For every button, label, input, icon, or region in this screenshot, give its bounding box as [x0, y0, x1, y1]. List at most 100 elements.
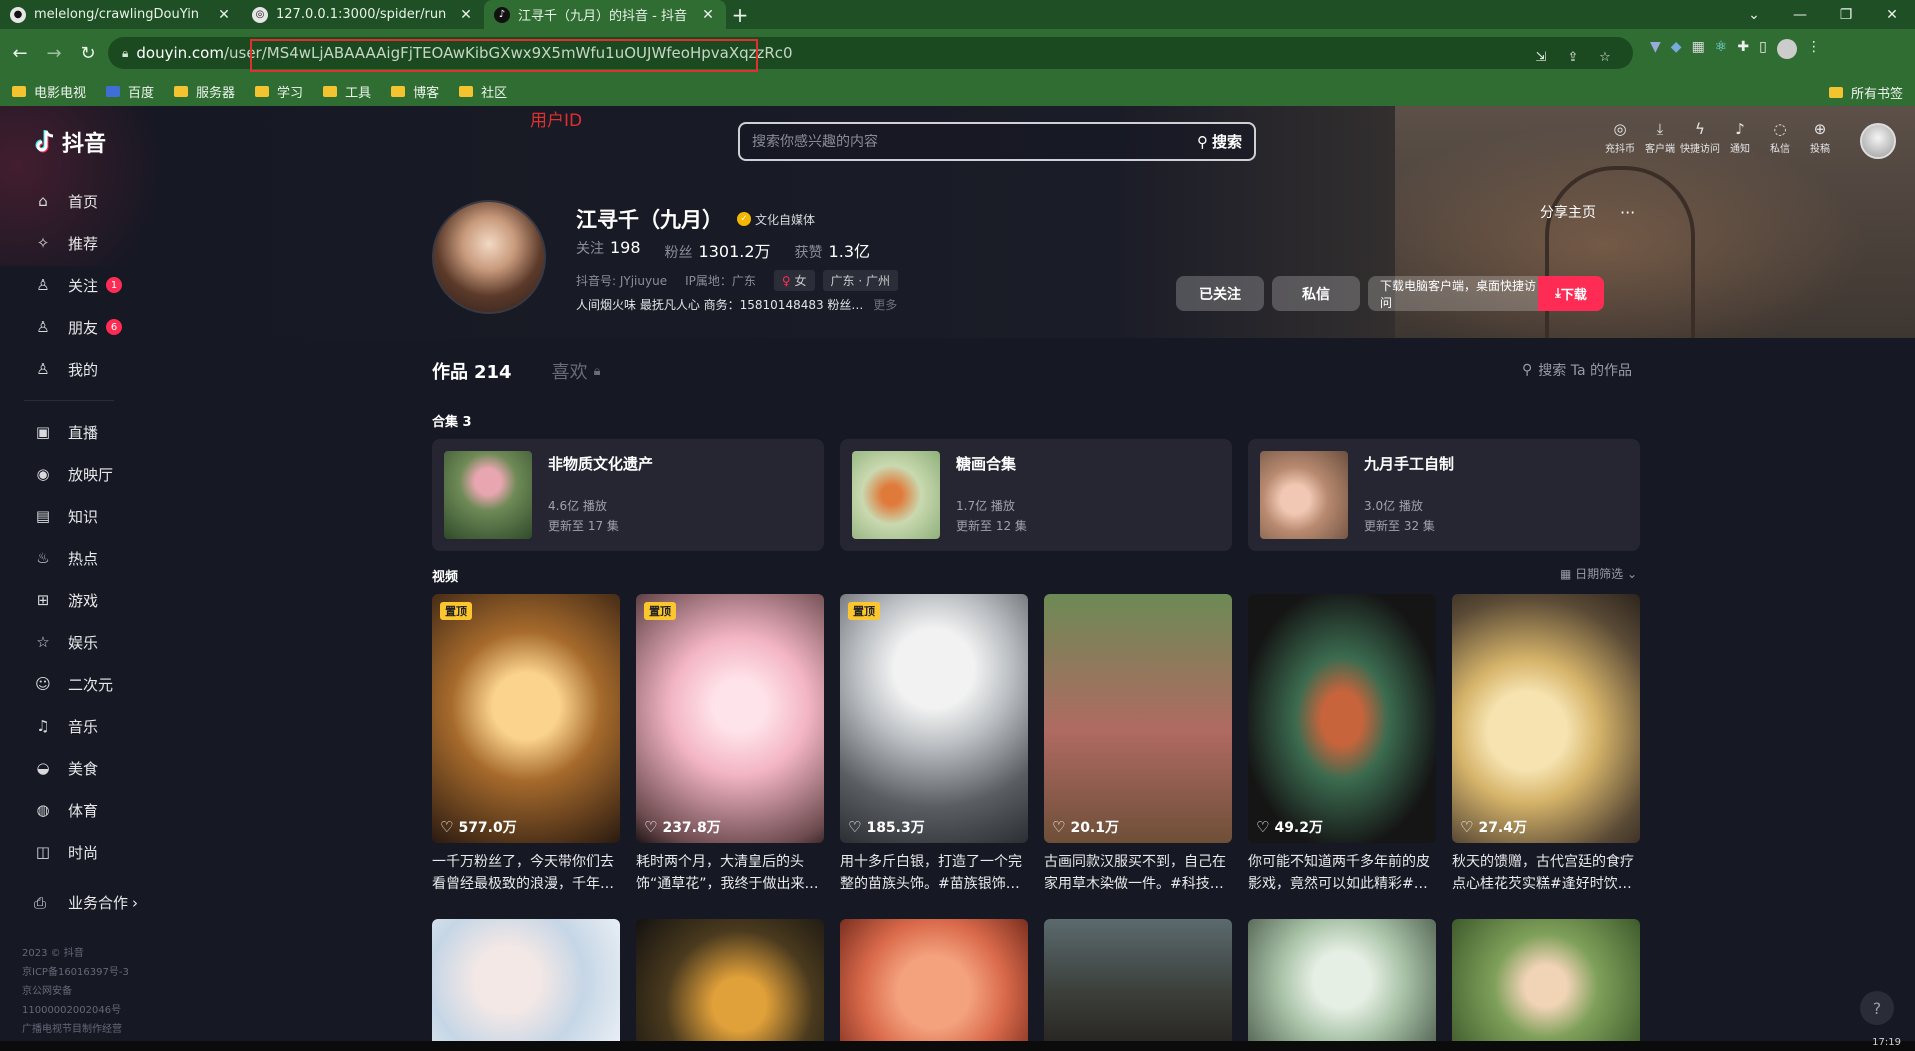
collection-card[interactable]: 九月手工自制 3.0亿 播放 更新至 32 集 [1248, 439, 1640, 551]
close-window-button[interactable]: ✕ [1869, 0, 1915, 29]
sidebar-item-home[interactable]: ⌂ 首页 [0, 180, 138, 222]
extension-icon[interactable]: ▦ [1692, 39, 1705, 59]
header-action-client[interactable]: ⤓ 客户端 [1640, 120, 1680, 155]
video-card[interactable]: ♡ 20.1万 古画同款汉服买不到，自己在家用草木染做一件。#科技… [1044, 594, 1232, 895]
bookmark-label: 工具 [345, 86, 372, 101]
install-icon[interactable]: ⇲ [1529, 45, 1553, 69]
new-tab-button[interactable]: + [726, 0, 754, 29]
video-card[interactable]: ♡ 27.4万 秋天的馈赠，古代宫廷的食疗点心桂花芡实糕#逢好时饮… [1452, 594, 1640, 895]
video-card[interactable]: ♡ 49.2万 你可能不知道两千多年前的皮影戏，竟然可以如此精彩#… [1248, 594, 1436, 895]
video-card[interactable]: 置顶 ♡ 237.8万 耗时两个月，大清皇后的头饰“通草花”，我终于做出来… [636, 594, 824, 895]
stat-following[interactable]: 关注 198 [576, 238, 641, 262]
profile-avatar[interactable] [432, 200, 546, 314]
profile-avatar-icon[interactable] [1776, 39, 1797, 59]
bookmark-item[interactable]: 工具 [323, 82, 371, 101]
sidebar-item-hot[interactable]: ♨ 热点 [0, 537, 138, 579]
search-input[interactable] [740, 133, 1197, 150]
video-card[interactable] [1248, 919, 1436, 1041]
date-filter[interactable]: ▦ 日期筛选 ⌄ [1560, 565, 1637, 582]
bookmark-star-icon[interactable]: ☆ [1593, 45, 1617, 69]
header-action-coin[interactable]: ◎ 充抖币 [1600, 120, 1640, 155]
bookmark-item[interactable]: 社区 [459, 82, 507, 101]
download-button[interactable]: ⤓ 下载 [1538, 276, 1604, 311]
video-card[interactable]: 置顶 ♡ 577.0万 一千万粉丝了，今天带你们去看曾经最极致的浪漫，千年… [432, 594, 620, 895]
help-button[interactable]: ? [1860, 991, 1894, 1025]
user-avatar[interactable] [1860, 123, 1896, 159]
bookmark-label: 学习 [277, 86, 304, 101]
gender-tag: ♀ 女 [773, 270, 815, 291]
video-thumbnail: 置顶 ♡ 185.3万 [840, 594, 1028, 843]
close-icon[interactable]: ✕ [458, 7, 474, 23]
sidebar-item-food[interactable]: ◒ 美食 [0, 747, 138, 789]
footer-line[interactable]: 京ICP备16016397号-3 [22, 963, 142, 982]
reload-button[interactable]: ↻ [74, 39, 102, 67]
tab-works[interactable]: 作品 214 [432, 358, 512, 384]
bookmark-item[interactable]: 服务器 [174, 82, 235, 101]
sidebar-item-cinema[interactable]: ◉ 放映厅 [0, 453, 138, 495]
vue-extension-icon[interactable]: ▼ [1650, 39, 1661, 59]
bookmark-item[interactable]: 百度 [106, 82, 154, 101]
sidebar-item-label: 朋友 [68, 318, 99, 337]
footer-line[interactable]: 京公网安备 [22, 982, 142, 1001]
video-card[interactable] [432, 919, 620, 1041]
sidebar-item-games[interactable]: ⊞ 游戏 [0, 579, 138, 621]
video-card[interactable] [636, 919, 824, 1041]
header-action-upload[interactable]: ⊕ 投稿 [1800, 120, 1840, 155]
browser-tab-1[interactable]: ● melelong/crawlingDouYin ✕ [0, 0, 242, 29]
video-card[interactable] [1044, 919, 1232, 1041]
search-button[interactable]: ⚲ 搜索 [1197, 131, 1254, 152]
browser-tab-2[interactable]: ◎ 127.0.0.1:3000/spider/run ✕ [242, 0, 484, 29]
back-button[interactable]: ← [6, 39, 34, 67]
extension-icon[interactable]: ◆ [1671, 39, 1682, 59]
puzzle-icon[interactable]: ✚ [1737, 39, 1749, 59]
header-action-notify[interactable]: ♪ 通知 [1720, 120, 1760, 155]
stat-fans[interactable]: 粉丝 1301.2万 [665, 238, 771, 262]
sidebar-item-fashion[interactable]: ◫ 时尚 [0, 831, 138, 873]
collection-card[interactable]: 糖画合集 1.7亿 播放 更新至 12 集 [840, 439, 1232, 551]
heart-icon: ♡ [1460, 818, 1474, 836]
react-extension-icon[interactable]: ⚛ [1715, 39, 1728, 59]
bio-more-link[interactable]: 更多 [873, 298, 897, 312]
bookmark-item[interactable]: 学习 [255, 82, 303, 101]
message-button[interactable]: 私信 [1272, 276, 1360, 311]
sidebar-item-entertainment[interactable]: ☆ 娱乐 [0, 621, 138, 663]
close-icon[interactable]: ✕ [700, 7, 716, 23]
sidebar-item-sports[interactable]: ◍ 体育 [0, 789, 138, 831]
sidepanel-icon[interactable]: ▯ [1759, 39, 1767, 59]
sidebar-item-anime[interactable]: ☺ 二次元 [0, 663, 138, 705]
browser-tab-3[interactable]: ♪ 江寻千（九月）的抖音 - 抖音 ✕ [484, 0, 726, 29]
book-icon: ▤ [35, 507, 51, 525]
video-card[interactable] [1452, 919, 1640, 1041]
chevron-down-icon[interactable]: ⌄ [1731, 0, 1777, 29]
close-icon[interactable]: ✕ [216, 7, 232, 23]
business-cooperation-link[interactable]: ⎙ 业务合作 › [34, 892, 138, 913]
tab-likes[interactable]: 喜欢 🔒︎ [552, 358, 601, 384]
header-action-message[interactable]: ◌ 私信 [1760, 120, 1800, 155]
share-profile-button[interactable]: 分享主页 [1540, 202, 1596, 222]
sidebar-item-recommend[interactable]: ✧ 推荐 [0, 222, 138, 264]
search-works[interactable]: ⚲ 搜索 Ta 的作品 [1522, 360, 1632, 380]
sidebar-item-music[interactable]: ♫ 音乐 [0, 705, 138, 747]
collection-card[interactable]: 非物质文化遗产 4.6亿 播放 更新至 17 集 [432, 439, 824, 551]
forward-button[interactable]: → [40, 39, 68, 67]
more-options-button[interactable]: ··· [1620, 203, 1635, 222]
video-card[interactable] [840, 919, 1028, 1041]
sidebar-item-mine[interactable]: ♙ 我的 [0, 348, 138, 390]
sidebar-item-live[interactable]: ▣ 直播 [0, 411, 138, 453]
heart-icon: ♡ [1256, 818, 1270, 836]
all-bookmarks[interactable]: 所有书签 [1828, 83, 1903, 102]
share-icon[interactable]: ⇪ [1561, 45, 1585, 69]
bookmark-item[interactable]: 电影电视 [12, 82, 86, 101]
sidebar-item-follow[interactable]: ♙ 关注 1 [0, 264, 138, 306]
kebab-menu-icon[interactable]: ⋮ [1807, 39, 1821, 59]
sidebar-item-friends[interactable]: ♙ 朋友 6 [0, 306, 138, 348]
minimize-button[interactable]: — [1777, 0, 1823, 29]
header-action-quick[interactable]: ϟ 快捷访问 [1680, 120, 1720, 155]
bookmark-item[interactable]: 博客 [391, 82, 439, 101]
person-icon: ♙ [36, 360, 50, 378]
sidebar-item-knowledge[interactable]: ▤ 知识 [0, 495, 138, 537]
video-card[interactable]: 置顶 ♡ 185.3万 用十多斤白银，打造了一个完整的苗族头饰。#苗族银饰… [840, 594, 1028, 895]
restore-button[interactable]: ❐ [1823, 0, 1869, 29]
douyin-logo[interactable]: 抖音 [34, 126, 106, 158]
following-button[interactable]: 已关注 [1176, 276, 1264, 311]
